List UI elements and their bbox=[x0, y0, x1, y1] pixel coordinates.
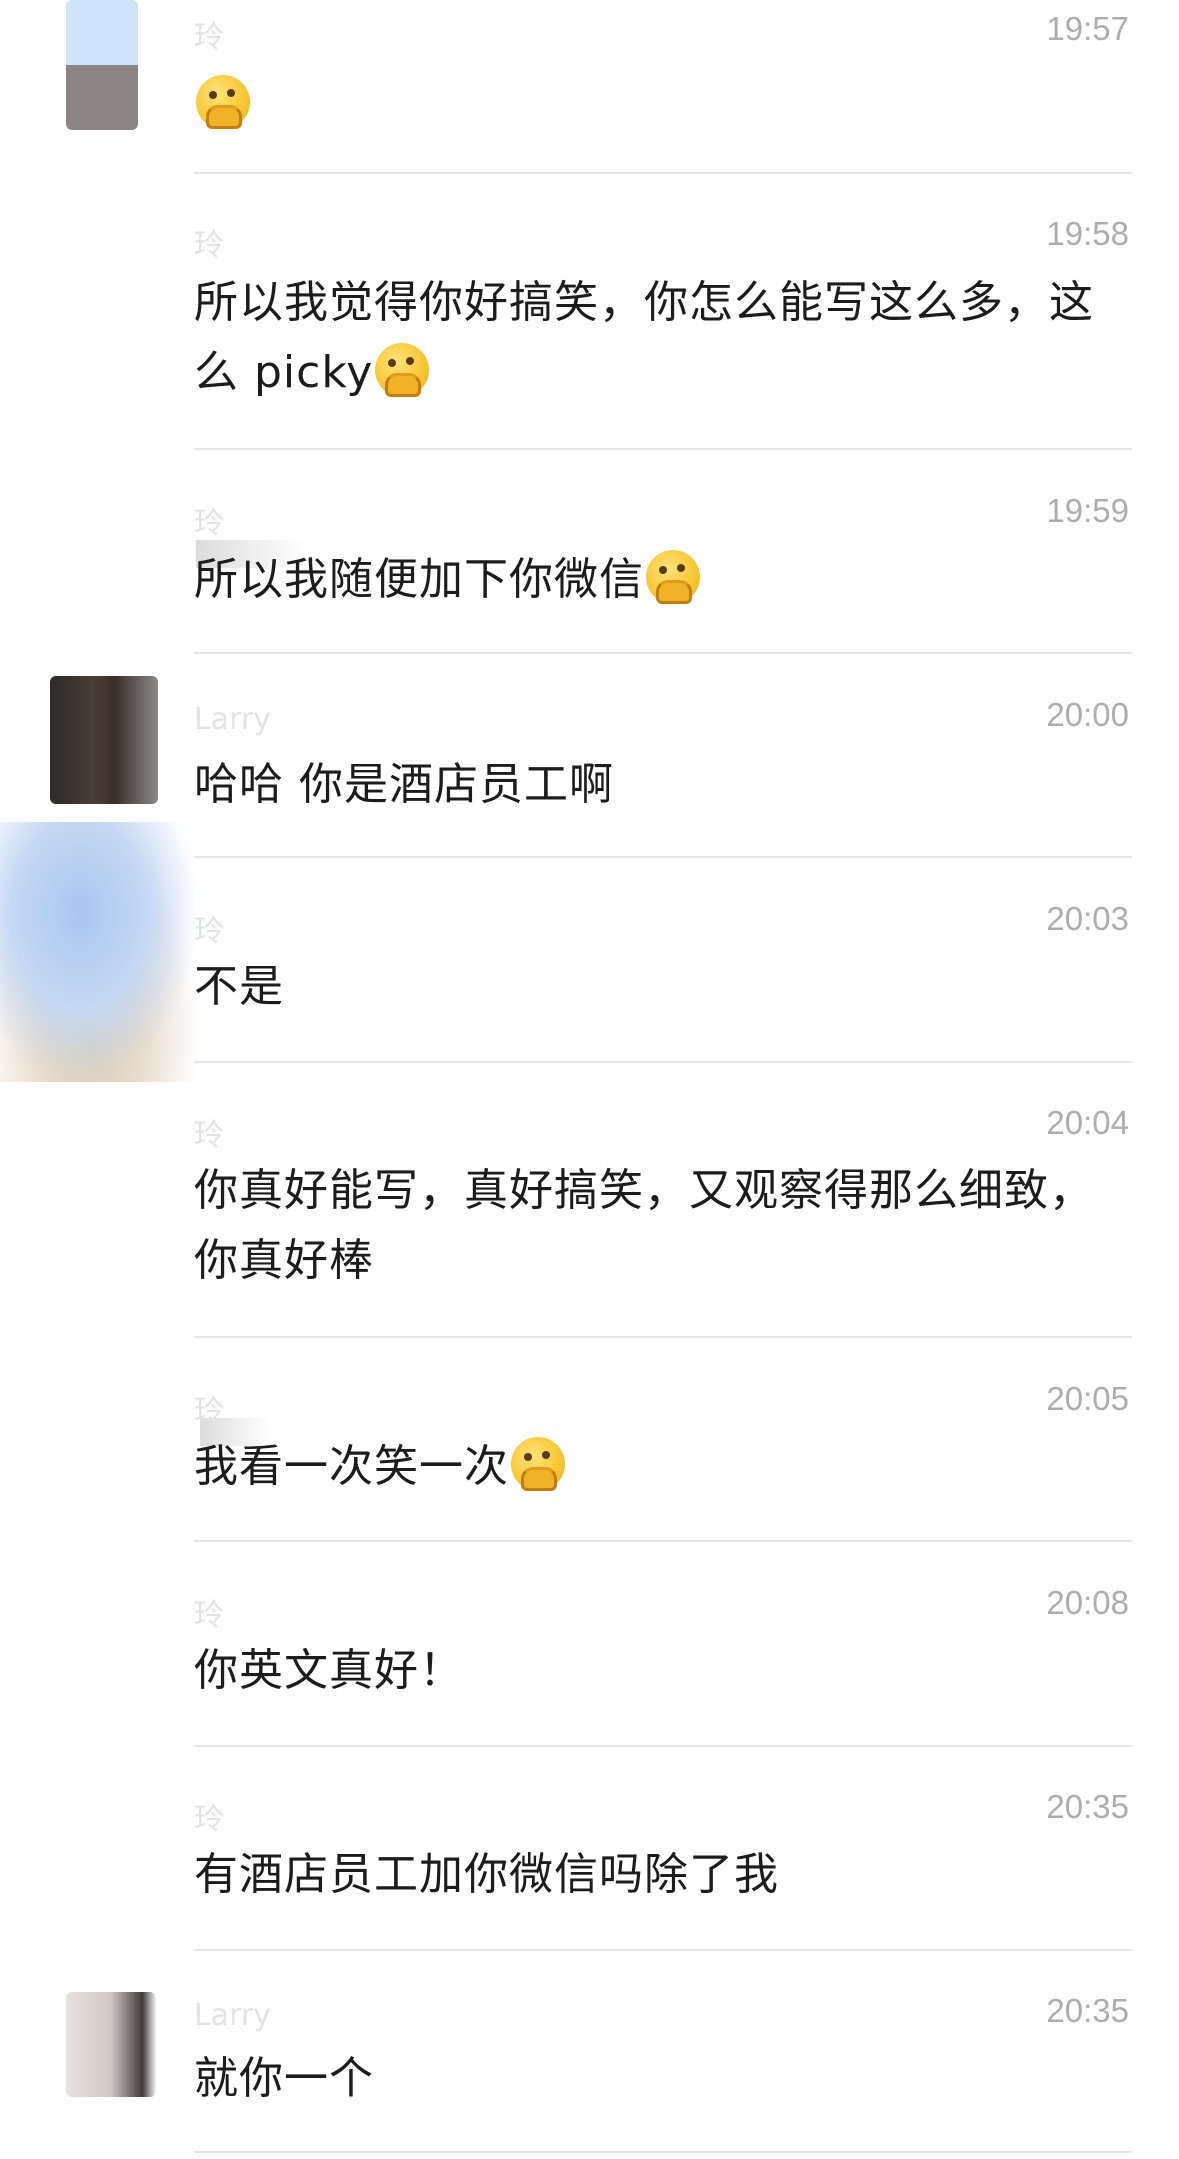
avatar[interactable] bbox=[66, 0, 138, 130]
sender-name: 玲 bbox=[194, 506, 224, 541]
avatar[interactable] bbox=[66, 1992, 156, 2097]
message-time: 19:59 bbox=[1046, 492, 1129, 529]
divider bbox=[194, 2151, 1132, 2153]
message-time: 20:35 bbox=[1046, 1788, 1129, 1825]
avatar[interactable] bbox=[50, 676, 158, 804]
thinking-face-icon bbox=[646, 550, 700, 604]
message-time: 20:03 bbox=[1046, 900, 1129, 937]
sender-name: 玲 bbox=[194, 1598, 224, 1633]
message-text: 哈哈 你是酒店员工啊 bbox=[194, 759, 614, 810]
sender-name: 玲 bbox=[194, 1802, 224, 1837]
divider bbox=[194, 652, 1132, 654]
divider bbox=[194, 1949, 1132, 1951]
message-time: 20:00 bbox=[1046, 696, 1129, 733]
avatar[interactable] bbox=[0, 822, 200, 1082]
sender-name: 玲 bbox=[194, 914, 224, 949]
message-text: 不是 bbox=[194, 961, 284, 1012]
thinking-face-icon bbox=[196, 75, 250, 129]
message-body: 我看一次笑一次 bbox=[194, 1441, 509, 1492]
divider bbox=[194, 1336, 1132, 1338]
message-time: 20:04 bbox=[1046, 1104, 1129, 1141]
message-time: 20:08 bbox=[1046, 1584, 1129, 1621]
message-text: 我看一次笑一次 bbox=[194, 1432, 1134, 1502]
message-text: 你真好能写，真好搞笑，又观察得那么细致，你真好棒 bbox=[194, 1165, 1094, 1286]
message-body: 所以我随便加下你微信 bbox=[194, 554, 644, 605]
message-text: 有酒店员工加你微信吗除了我 bbox=[194, 1849, 779, 1900]
message-text: 就你一个 bbox=[194, 2053, 374, 2104]
divider bbox=[194, 1745, 1132, 1747]
message-text: 你英文真好！ bbox=[194, 1645, 464, 1696]
sender-name: Larry bbox=[194, 1998, 271, 2033]
sender-name: 玲 bbox=[194, 1394, 224, 1429]
thinking-face-icon bbox=[375, 343, 430, 397]
message-time: 20:05 bbox=[1046, 1380, 1129, 1417]
message-text: 所以我随便加下你微信 bbox=[194, 545, 1134, 615]
message-text bbox=[194, 70, 1134, 140]
divider bbox=[194, 1540, 1132, 1542]
divider bbox=[194, 1061, 1132, 1063]
message-time: 19:58 bbox=[1046, 215, 1129, 252]
divider bbox=[194, 856, 1132, 858]
divider bbox=[194, 448, 1132, 450]
sender-name: 玲 bbox=[194, 228, 224, 263]
message-body: 所以我觉得你好搞笑，你怎么能写这么多，这么 picky bbox=[194, 277, 1094, 398]
divider bbox=[194, 172, 1132, 174]
thinking-face-icon bbox=[511, 1437, 565, 1491]
message-time: 19:57 bbox=[1046, 10, 1129, 47]
message-time: 20:35 bbox=[1046, 1992, 1129, 2029]
sender-name: 玲 bbox=[194, 20, 224, 55]
sender-name: Larry bbox=[194, 702, 271, 737]
message-text: 所以我觉得你好搞笑，你怎么能写这么多，这么 picky bbox=[194, 268, 1134, 408]
sender-name: 玲 bbox=[194, 1118, 224, 1153]
